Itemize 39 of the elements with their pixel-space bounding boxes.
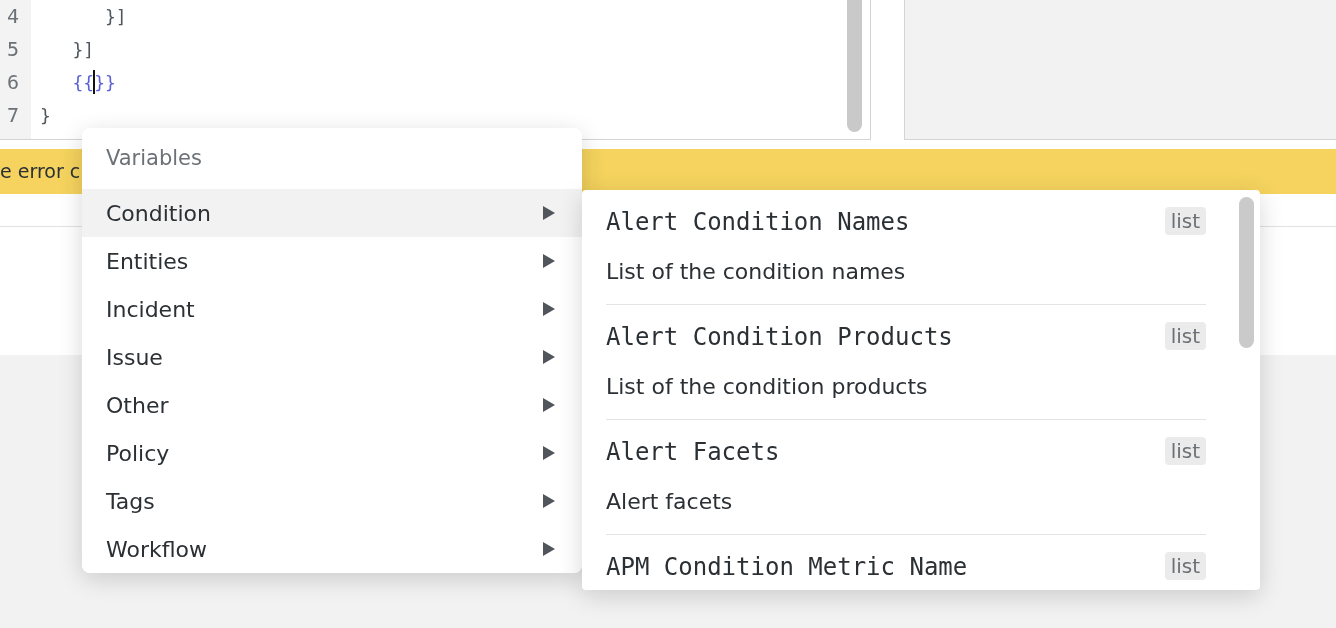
variable-name[interactable]: APM Condition Metric Name <box>606 549 968 585</box>
menu-item[interactable]: Other <box>82 381 582 429</box>
caret-icon <box>543 398 555 412</box>
line-number: 6 <box>6 69 20 96</box>
variable-description: Alert facets <box>606 488 734 516</box>
line-number: 4 <box>6 3 20 30</box>
caret-icon <box>543 446 555 460</box>
menu-item[interactable]: Workflow <box>82 525 582 573</box>
code-line: }] <box>105 4 127 29</box>
variable-name[interactable]: Alert Facets <box>606 434 780 470</box>
type-badge: list <box>1164 437 1206 465</box>
menu-item[interactable]: Condition <box>82 189 582 237</box>
variable-description: List of the condition names <box>606 258 907 286</box>
banner-message: e error c <box>0 159 81 184</box>
menu-item[interactable]: Tags <box>82 477 582 525</box>
menu-item[interactable]: Policy <box>82 429 582 477</box>
variable-name[interactable]: Alert Condition Names <box>606 204 910 240</box>
caret-icon <box>543 350 555 364</box>
caret-icon <box>543 494 555 508</box>
caret-icon <box>543 542 555 556</box>
line-number: 5 <box>6 36 20 63</box>
code-line: {{}} <box>72 70 116 95</box>
scrollbar-thumb[interactable] <box>847 0 862 132</box>
caret-icon <box>543 206 555 220</box>
caret-icon <box>543 302 555 316</box>
menu-header: Variables <box>105 145 203 172</box>
menu-item[interactable]: Issue <box>82 333 582 381</box>
scrollbar-thumb[interactable] <box>1239 197 1254 348</box>
type-badge: list <box>1164 322 1206 350</box>
variable-name[interactable]: Alert Condition Products <box>606 319 953 355</box>
menu-item[interactable]: Entities <box>82 237 582 285</box>
menu-item[interactable]: Incident <box>82 285 582 333</box>
variable-description: List of the condition products <box>606 373 929 401</box>
code-line: }] <box>72 37 95 62</box>
type-badge: list <box>1164 207 1206 235</box>
caret-icon <box>543 254 555 268</box>
line-number: 7 <box>6 102 20 129</box>
type-badge: list <box>1164 552 1206 580</box>
code-line: } <box>40 103 51 128</box>
